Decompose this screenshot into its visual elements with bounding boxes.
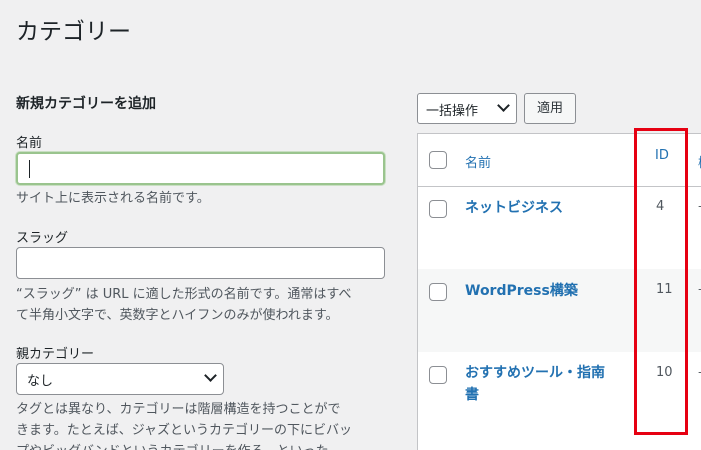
parent-description-line-2: きます。たとえば、ジャズというカテゴリーの下にビバッ [16, 423, 353, 438]
bulk-action-select[interactable]: 一括操作 [417, 93, 517, 124]
apply-button[interactable]: 適用 [524, 93, 576, 124]
parent-category-label: 親カテゴリー [16, 347, 95, 362]
row-checkbox[interactable] [429, 366, 447, 384]
text-caret [29, 160, 30, 178]
categories-page: カテゴリー 新規カテゴリーを追加 名前 サイト上に表示される名前です。 スラッグ… [0, 0, 701, 450]
name-input[interactable] [16, 152, 385, 185]
chevron-down-icon [497, 99, 510, 112]
name-description: サイト上に表示される名前です。 [16, 191, 210, 206]
row-checkbox[interactable] [429, 283, 447, 301]
parent-description-line-1: タグとは異なり、カテゴリーは階層構造を持つことがで [16, 402, 341, 417]
parent-category-select[interactable]: なし [16, 363, 224, 395]
category-name-line-2: 書 [465, 387, 479, 403]
page-title: カテゴリー [16, 19, 131, 45]
name-label: 名前 [16, 136, 43, 151]
row-checkbox[interactable] [429, 200, 447, 218]
slug-description-line-1: “スラッグ” は URL に適した形式の名前です。通常はすべ [16, 287, 352, 302]
column-header-name[interactable]: 名前 [465, 152, 491, 171]
slug-input[interactable] [16, 247, 385, 279]
slug-label: スラッグ [16, 231, 69, 246]
form-heading: 新規カテゴリーを追加 [16, 96, 156, 112]
id-column-highlight-box [634, 128, 688, 435]
chevron-down-icon [204, 369, 217, 382]
category-name-link[interactable]: WordPress構築 [465, 280, 635, 302]
parent-category-selected: なし [27, 374, 54, 389]
category-name-line-1: おすすめツール・指南 [465, 365, 605, 381]
parent-description-line-3: プやビッグバンドというカテゴリーを作る、といった [16, 441, 329, 450]
slug-description-line-2: て半角小文字で、英数字とハイフンのみが使われます。 [16, 308, 339, 323]
bulk-action-selected: 一括操作 [426, 104, 479, 119]
category-name-link[interactable]: ネットビジネス [465, 197, 635, 219]
category-name-link[interactable]: おすすめツール・指南 書 [465, 362, 635, 406]
select-all-checkbox[interactable] [429, 151, 447, 169]
